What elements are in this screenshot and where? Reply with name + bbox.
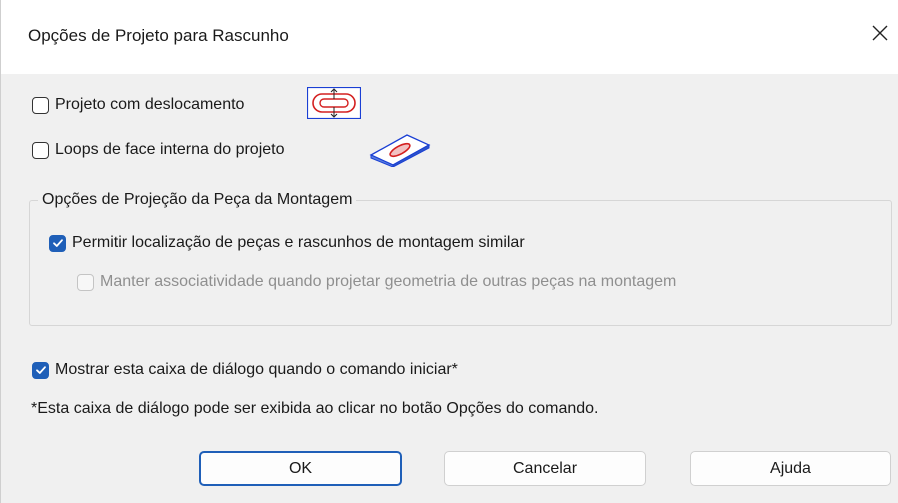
checkmark-icon [52,239,63,247]
offset-project-label: Projeto com deslocamento [55,96,245,113]
footnote-text: *Esta caixa de diálogo pode ser exibida … [31,400,599,417]
keep-associativity-label: Manter associatividade quando projetar g… [100,273,677,290]
cancel-button[interactable]: Cancelar [444,451,646,486]
keep-associativity-checkbox[interactable] [77,273,94,291]
help-button[interactable]: Ajuda [690,451,891,486]
offset-project-icon [307,87,361,119]
inner-loops-checkbox[interactable] [32,141,49,159]
show-dialog-label: Mostrar esta caixa de diálogo quando o c… [55,361,458,378]
ok-button[interactable]: OK [199,451,402,486]
offset-project-checkbox[interactable] [32,96,49,114]
assembly-projection-group: Opções de Projeção da Peça da Montagem [29,191,892,326]
dialog-title: Opções de Projeto para Rascunho [28,26,289,45]
close-icon [872,25,888,41]
keep-associativity-option[interactable]: Manter associatividade quando projetar g… [77,273,676,291]
checkmark-icon [35,366,46,374]
show-dialog-option[interactable]: Mostrar esta caixa de diálogo quando o c… [32,361,458,379]
close-button[interactable] [863,16,897,50]
face-loops-icon [369,134,431,167]
assembly-projection-legend: Opções de Projeção da Peça da Montagem [42,191,353,208]
offset-project-option[interactable]: Projeto com deslocamento [32,96,244,114]
inner-loops-label: Loops de face interna do projeto [55,141,285,158]
title-bar: Opções de Projeto para Rascunho [1,0,898,74]
inner-loops-option[interactable]: Loops de face interna do projeto [32,141,285,159]
allow-location-option[interactable]: Permitir localização de peças e rascunho… [49,234,525,252]
project-options-dialog: Opções de Projeto para Rascunho Projeto … [0,0,898,503]
show-dialog-checkbox[interactable] [32,361,49,379]
allow-location-checkbox[interactable] [49,234,66,252]
allow-location-label: Permitir localização de peças e rascunho… [72,234,525,251]
